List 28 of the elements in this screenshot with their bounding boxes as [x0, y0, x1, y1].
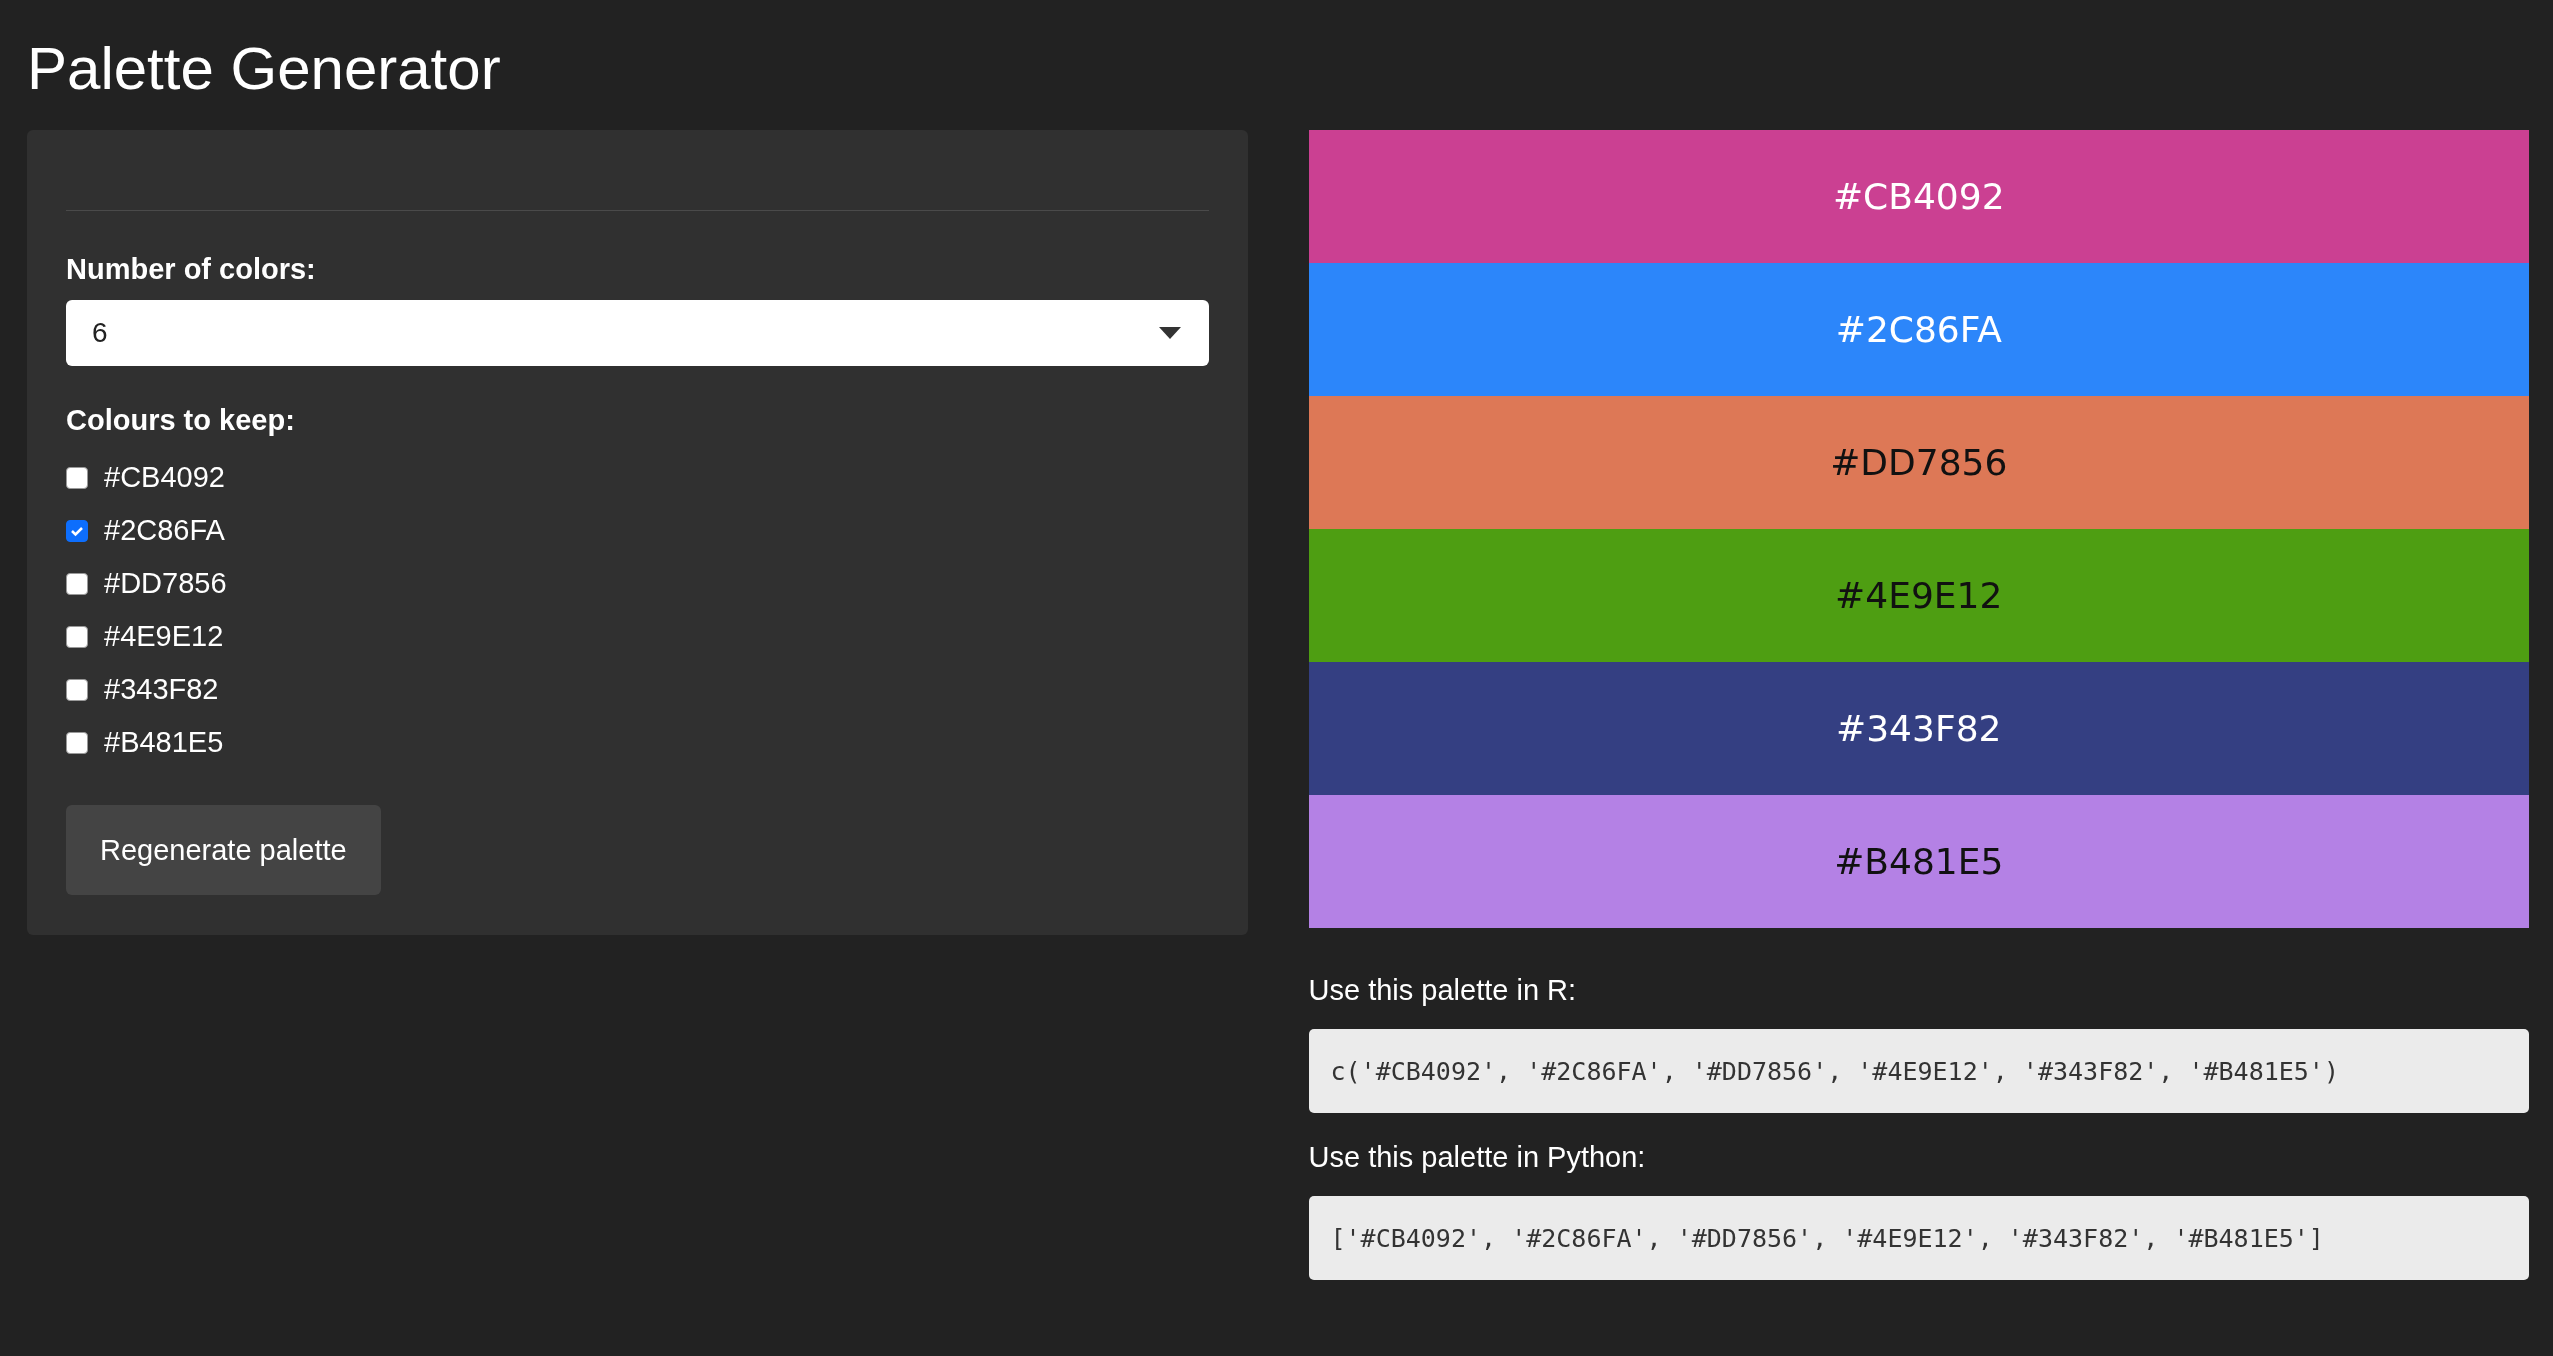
keep-label: Colours to keep:	[66, 404, 296, 437]
regenerate-button[interactable]: Regenerate palette	[66, 805, 381, 895]
colour-checkbox-option[interactable]: #2C86FA	[66, 504, 1209, 557]
page-title: Palette Generator	[27, 34, 502, 104]
r-label: Use this palette in R:	[1308, 974, 1578, 1007]
swatch-hex-label: #B481E5	[1834, 841, 2004, 882]
python-label: Use this palette in Python:	[1308, 1141, 1647, 1174]
colour-checkbox-option[interactable]: #4E9E12	[66, 610, 1209, 663]
caret-icon	[1158, 327, 1181, 339]
swatch-hex-label: #4E9E12	[1835, 575, 2003, 616]
checkbox[interactable]	[66, 678, 88, 701]
checkbox[interactable]	[66, 625, 88, 648]
swatch-hex-label: #343F82	[1836, 708, 2002, 749]
colour-checkbox-option[interactable]: #343F82	[66, 663, 1209, 716]
number-select[interactable]: 6	[66, 300, 1209, 366]
r-code-block: c('#CB4092', '#2C86FA', '#DD7856', '#4E9E12', '#343F82', '#B481E5')	[1308, 1029, 2529, 1113]
swatch-hex-label: #DD7856	[1830, 442, 2008, 483]
checkbox[interactable]	[66, 466, 88, 489]
checkbox[interactable]	[66, 519, 88, 542]
checkbox[interactable]	[66, 731, 88, 754]
colour-checkbox-option[interactable]: #B481E5	[66, 716, 1209, 769]
python-code-block: ['#CB4092', '#2C86FA', '#DD7856', '#4E9E12', '#343F82', '#B481E5']	[1308, 1196, 2529, 1280]
checkbox[interactable]	[66, 572, 88, 595]
colour-checkbox-option[interactable]: #CB4092	[66, 451, 1209, 504]
swatch-hex-label: #2C86FA	[1835, 309, 2002, 350]
colour-checkbox-option[interactable]: #DD7856	[66, 557, 1209, 610]
swatch-hex-label: #CB4092	[1832, 176, 2005, 217]
number-label: Number of colors:	[66, 253, 317, 286]
